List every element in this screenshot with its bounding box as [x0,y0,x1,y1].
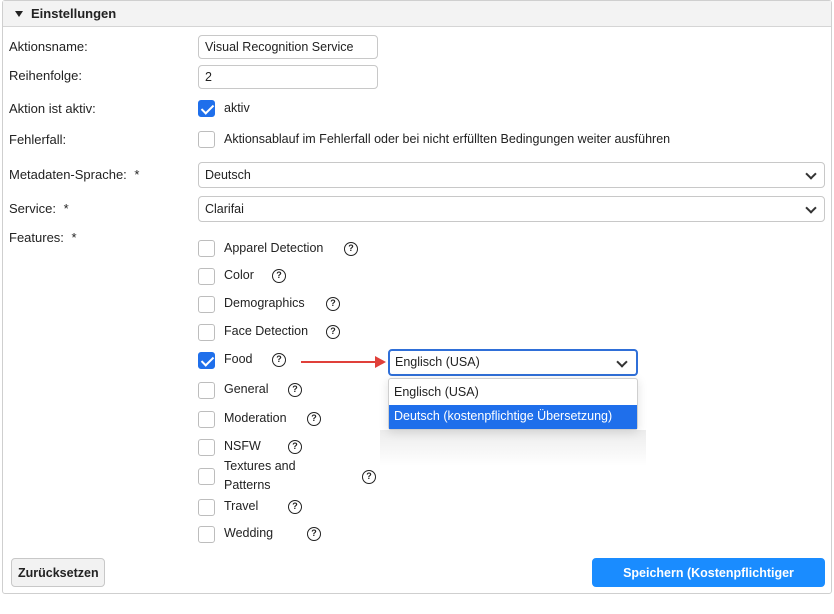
features-label-text: Features: [9,230,64,245]
service-label: Service: * [9,201,69,216]
help-icon[interactable]: ? [307,527,321,541]
help-icon[interactable]: ? [362,470,376,484]
chevron-down-icon [805,168,817,180]
dropdown-option-deutsch[interactable]: Deutsch (kostenpflichtige Übersetzung) [389,405,637,429]
dropdown-option-englisch[interactable]: Englisch (USA) [389,381,637,405]
feature-checkbox-food[interactable] [198,352,215,369]
help-icon[interactable]: ? [344,242,358,256]
feature-label-demographics: Demographics [224,296,305,310]
metadata-language-label-text: Metadaten-Sprache: [9,167,127,182]
metadata-language-select[interactable]: Deutsch [198,162,825,188]
error-case-checkbox[interactable] [198,131,215,148]
feature-checkbox-textures-and-patterns[interactable] [198,468,215,485]
service-label-text: Service: [9,201,56,216]
help-icon[interactable]: ? [326,325,340,339]
action-name-input[interactable] [198,35,378,59]
reset-button[interactable]: Zurücksetzen [11,558,105,587]
collapse-caret-icon[interactable] [15,11,23,17]
feature-checkbox-wedding[interactable] [198,526,215,543]
feature-label-nsfw: NSFW [224,439,261,453]
feature-label-apparel-detection: Apparel Detection [224,241,324,255]
food-language-dropdown: Englisch (USA) Deutsch (kostenpflichtige… [388,378,638,430]
help-icon[interactable]: ? [326,297,340,311]
help-icon[interactable]: ? [272,353,286,367]
feature-label-textures-line1: Textures and [224,459,296,473]
help-icon[interactable]: ? [288,383,302,397]
feature-label-face-detection: Face Detection [224,324,309,338]
error-case-checkbox-label: Aktionsablauf im Fehlerfall oder bei nic… [224,132,671,146]
active-label: Aktion ist aktiv: [9,101,96,116]
active-checkbox-label: aktiv [224,101,250,115]
feature-label-food: Food [224,352,253,366]
help-icon[interactable]: ? [307,412,321,426]
chevron-down-icon [616,356,628,368]
feature-label-color: Color [224,268,254,282]
help-icon[interactable]: ? [288,500,302,514]
food-language-value: Englisch (USA) [395,355,480,369]
save-button[interactable]: Speichern (Kostenpflichtiger Service) [592,558,825,607]
feature-checkbox-travel[interactable] [198,499,215,516]
service-select[interactable]: Clarifai [198,196,825,222]
dropdown-shadow [380,430,646,466]
food-language-select[interactable]: Englisch (USA) [388,349,638,376]
feature-label-textures-and-patterns: Textures and Patterns [224,459,296,493]
service-value: Clarifai [205,202,244,216]
feature-label-moderation: Moderation [224,411,287,425]
feature-checkbox-general[interactable] [198,382,215,399]
order-label: Reihenfolge: [9,68,82,83]
settings-panel: Einstellungen [2,0,832,594]
panel-title: Einstellungen [31,6,117,21]
feature-label-travel: Travel [224,499,259,513]
feature-checkbox-demographics[interactable] [198,296,215,313]
error-case-label: Fehlerfall: [9,132,67,147]
metadata-language-value: Deutsch [205,168,251,182]
feature-checkbox-nsfw[interactable] [198,439,215,456]
feature-checkbox-color[interactable] [198,268,215,285]
feature-label-general: General [224,382,269,396]
chevron-down-icon [805,202,817,214]
pointer-arrow-icon [375,356,386,368]
metadata-language-label: Metadaten-Sprache: * [9,167,139,182]
features-label: Features: * [9,230,77,245]
feature-checkbox-apparel-detection[interactable] [198,240,215,257]
help-icon[interactable]: ? [288,440,302,454]
order-input[interactable] [198,65,378,89]
help-icon[interactable]: ? [272,269,286,283]
pointer-arrow-shaft [301,361,377,363]
feature-label-wedding: Wedding [224,526,274,540]
feature-label-textures-line2: Patterns [224,478,271,492]
panel-header[interactable]: Einstellungen [3,1,831,27]
active-checkbox[interactable] [198,100,215,117]
feature-checkbox-face-detection[interactable] [198,324,215,341]
required-marker: * [63,201,69,216]
feature-checkbox-moderation[interactable] [198,411,215,428]
action-name-label: Aktionsname: [9,39,88,54]
required-marker: * [71,230,77,245]
required-marker: * [134,167,140,182]
